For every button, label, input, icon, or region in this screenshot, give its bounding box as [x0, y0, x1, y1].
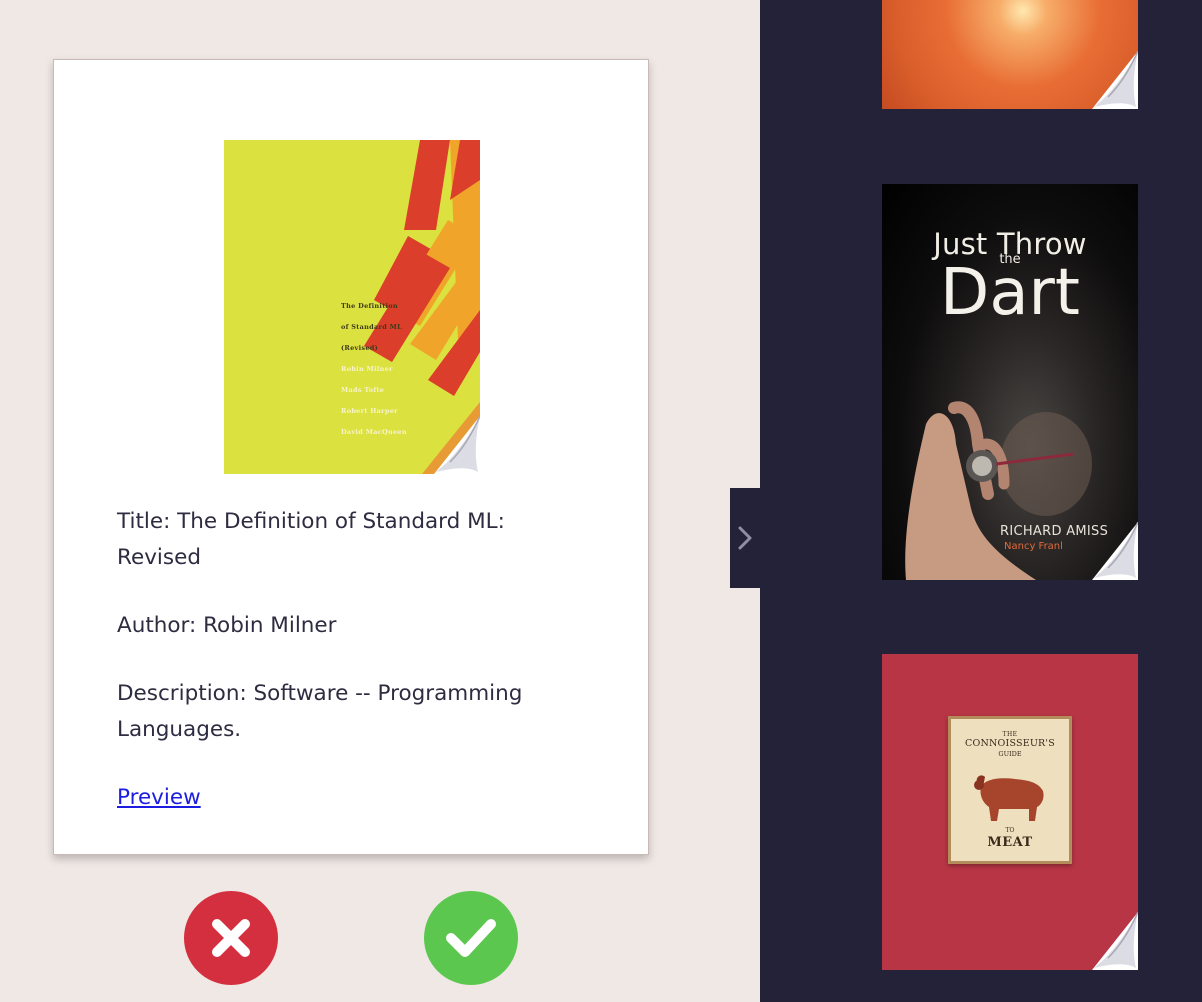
cover-line: David MacQueen [341, 428, 407, 436]
check-icon [446, 919, 496, 957]
chevron-right-icon [738, 526, 752, 550]
cover-text: CONNOISSEUR'S [965, 738, 1055, 749]
cover-line: The Definition [341, 302, 398, 310]
book-author: Author: Robin Milner [117, 613, 337, 638]
accept-button[interactable] [424, 891, 518, 985]
book-info: Title: The Definition of Standard ML: Re… [117, 504, 587, 848]
cover-line: Robert Harper [341, 407, 398, 415]
suggestion-cover-meat[interactable]: THE CONNOISSEUR'S GUIDE TO MEAT [882, 654, 1138, 970]
suggestions-sidebar: Just Throw the Dart RICHARD AMISS Nancy … [760, 0, 1202, 1002]
cover-label: THE CONNOISSEUR'S GUIDE TO MEAT [948, 716, 1072, 864]
book-cover-image: The Definition of Standard ML (Revised) … [224, 140, 480, 474]
book-card: The Definition of Standard ML (Revised) … [53, 59, 649, 855]
cover-author: RICHARD AMISS [1000, 524, 1109, 539]
book-description: Description: Software -- Programming Lan… [117, 681, 523, 742]
cover-line: of Standard ML [341, 323, 402, 331]
suggestion-cover-dart[interactable]: Just Throw the Dart RICHARD AMISS Nancy … [882, 184, 1138, 580]
reject-button[interactable] [184, 891, 278, 985]
cover-text: The Definition of Standard ML (Revised) … [341, 296, 461, 443]
page-curl-icon [1092, 51, 1138, 109]
book-title: Title: The Definition of Standard ML: Re… [117, 509, 505, 570]
preview-link[interactable]: Preview [117, 785, 201, 810]
sidebar-toggle-button[interactable] [730, 488, 760, 588]
cover-text: THE [1002, 731, 1018, 738]
cover-line: Mads Tofte [341, 386, 385, 394]
bull-illustration [974, 775, 1044, 821]
cover-line: (Revised) [341, 344, 378, 352]
cover-title-line: Dart [940, 256, 1080, 330]
suggestion-cover-sun[interactable] [882, 0, 1138, 109]
page-curl-icon [1092, 912, 1138, 970]
cover-text: TO [1005, 827, 1015, 834]
close-icon [212, 919, 250, 957]
cover-text: MEAT [987, 835, 1033, 850]
cover-line: Robin Milner [341, 365, 393, 373]
cover-foreword: Nancy Franl [1004, 541, 1063, 552]
cover-text: GUIDE [998, 750, 1022, 758]
